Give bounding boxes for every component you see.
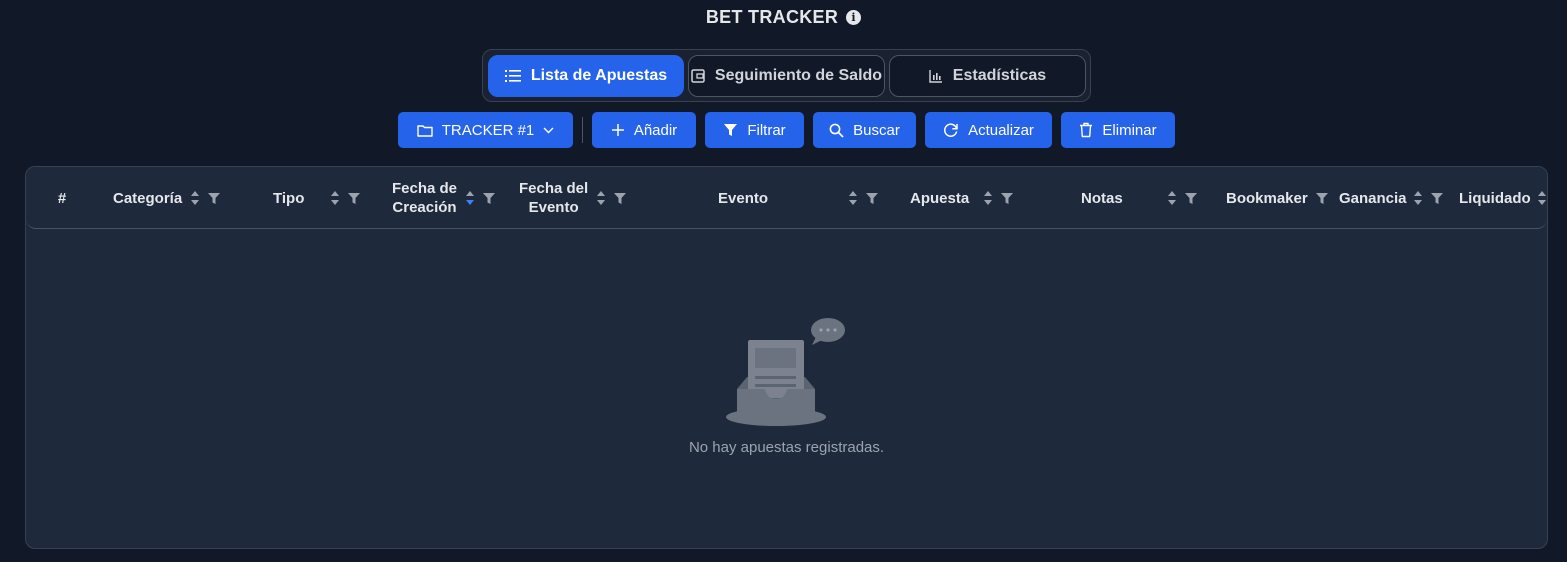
add-button[interactable]: Añadir xyxy=(592,112,696,148)
filter-icon[interactable] xyxy=(866,192,879,204)
search-button[interactable]: Buscar xyxy=(813,112,916,148)
filter-icon[interactable] xyxy=(1001,192,1014,204)
delete-label: Eliminar xyxy=(1102,121,1157,139)
column-label: Notas xyxy=(1081,189,1123,207)
column-header-apuesta[interactable]: Apuesta xyxy=(910,167,1014,229)
tab-label: Lista de Apuestas xyxy=(530,67,668,84)
list-icon xyxy=(504,70,521,82)
column-label-line: Creación xyxy=(392,199,457,216)
filter-icon[interactable] xyxy=(483,192,496,204)
folder-icon xyxy=(417,124,433,137)
sort-active-icon[interactable] xyxy=(465,190,475,206)
refresh-icon xyxy=(944,123,958,137)
filter-icon[interactable] xyxy=(1315,192,1328,204)
column-label: Apuesta xyxy=(910,189,970,207)
chevron-down-icon xyxy=(543,127,554,133)
tracker-label: TRACKER #1 xyxy=(441,121,535,139)
delete-button[interactable]: Eliminar xyxy=(1061,112,1175,148)
search-icon xyxy=(829,123,844,138)
view-tabs: Lista de Apuestas Seguimiento de Saldo E… xyxy=(482,49,1091,102)
filter-icon[interactable] xyxy=(1430,192,1443,204)
column-header-fecha-evento[interactable]: Fecha del Evento xyxy=(519,167,627,229)
column-label-line: Evento xyxy=(528,199,579,216)
sort-icon[interactable] xyxy=(848,190,858,206)
column-header-ganancia[interactable]: Ganancia xyxy=(1339,167,1443,229)
app-header: BET TRACKER i xyxy=(0,7,1567,28)
column-header-liquidado[interactable]: Liquidado xyxy=(1459,167,1547,229)
sort-icon[interactable] xyxy=(1167,190,1177,206)
filter-icon[interactable] xyxy=(614,192,627,204)
column-header-evento[interactable]: Evento xyxy=(718,167,879,229)
bar-chart-icon xyxy=(929,70,942,83)
column-label: Ganancia xyxy=(1339,189,1407,207)
column-label: Categoría xyxy=(113,189,183,207)
sort-icon[interactable] xyxy=(190,190,200,206)
tab-seguimiento-de-saldo[interactable]: Seguimiento de Saldo xyxy=(688,55,885,97)
search-label: Buscar xyxy=(853,121,900,139)
empty-inbox-icon xyxy=(725,318,845,426)
column-header-fecha-creacion[interactable]: Fecha de Creación xyxy=(392,167,496,229)
empty-state: No hay apuestas registradas. xyxy=(26,317,1547,456)
tab-estadisticas[interactable]: Estadísticas xyxy=(889,55,1086,97)
sort-icon[interactable] xyxy=(596,190,606,206)
column-header-tipo[interactable]: Tipo xyxy=(273,167,361,229)
add-label: Añadir xyxy=(633,121,678,139)
app-title: BET TRACKER xyxy=(705,7,839,27)
info-icon[interactable]: i xyxy=(846,10,862,25)
refresh-label: Actualizar xyxy=(968,121,1034,139)
tab-label: Seguimiento de Saldo xyxy=(714,67,883,84)
column-label: Liquidado xyxy=(1459,189,1531,207)
toolbar-divider xyxy=(582,117,583,143)
filter-icon xyxy=(724,124,738,136)
sort-icon[interactable] xyxy=(330,190,340,206)
column-header-notas[interactable]: Notas xyxy=(1081,167,1197,229)
column-header-categoria[interactable]: Categoría xyxy=(113,167,221,229)
bets-table: # Categoría Tipo Fecha de Creación Fecha… xyxy=(25,166,1548,549)
column-label: # xyxy=(57,189,67,207)
wallet-icon xyxy=(691,69,705,83)
column-header-index[interactable]: # xyxy=(54,167,70,229)
tab-label: Estadísticas xyxy=(952,67,1047,84)
trash-icon xyxy=(1080,122,1093,138)
table-header: # Categoría Tipo Fecha de Creación Fecha… xyxy=(26,167,1547,229)
sort-icon[interactable] xyxy=(1537,190,1547,206)
column-header-bookmaker[interactable]: Bookmaker xyxy=(1226,167,1328,229)
tab-lista-de-apuestas[interactable]: Lista de Apuestas xyxy=(488,55,684,97)
plus-icon xyxy=(611,124,624,136)
tracker-dropdown[interactable]: TRACKER #1 xyxy=(398,112,573,148)
filter-icon[interactable] xyxy=(1184,192,1197,204)
refresh-button[interactable]: Actualizar xyxy=(925,112,1052,148)
filter-button[interactable]: Filtrar xyxy=(705,112,804,148)
sort-icon[interactable] xyxy=(1413,190,1423,206)
filter-icon[interactable] xyxy=(348,192,361,204)
column-label: Fecha del Evento xyxy=(519,179,588,217)
filter-icon[interactable] xyxy=(208,192,221,204)
column-label: Bookmaker xyxy=(1226,189,1308,207)
sort-icon[interactable] xyxy=(983,190,993,206)
filter-label: Filtrar xyxy=(747,121,786,139)
column-label: Evento xyxy=(718,189,769,207)
column-label: Fecha de Creación xyxy=(392,179,457,217)
empty-message: No hay apuestas registradas. xyxy=(688,439,885,456)
column-label-line: Fecha de xyxy=(392,180,458,197)
column-label-line: Fecha del xyxy=(519,180,589,197)
column-label: Tipo xyxy=(273,189,305,207)
